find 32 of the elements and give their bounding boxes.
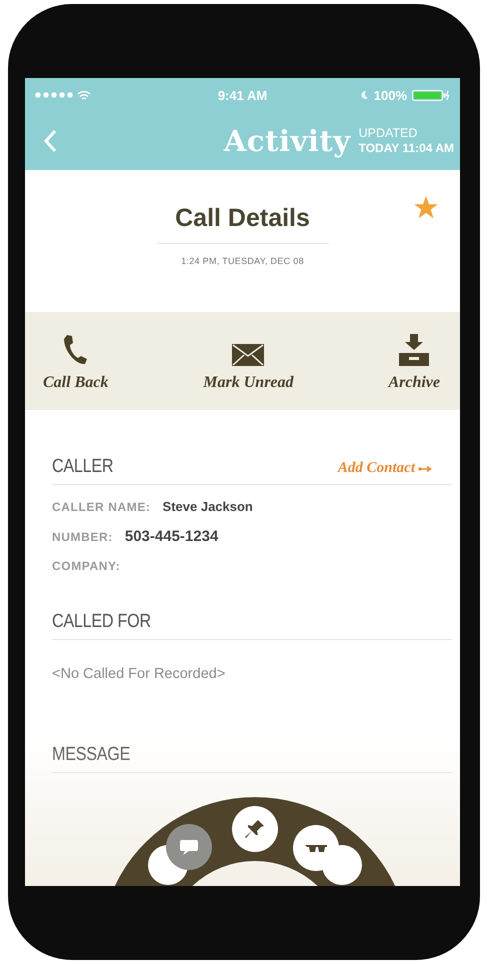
- section-heading: CALLED FOR: [52, 611, 151, 633]
- battery-icon: [412, 90, 450, 100]
- field-label: COMPANY:: [52, 559, 120, 573]
- field-label: NUMBER:: [52, 530, 113, 544]
- phone-icon: [62, 334, 89, 366]
- menu-circle-button[interactable]: [322, 845, 362, 885]
- screen-title: Activity: [222, 124, 351, 158]
- back-chevron-icon: [43, 129, 57, 153]
- action-button[interactable]: Call Back: [35, 312, 116, 410]
- call-datetime: 1:24 PM, TUESDAY, DEC 08: [181, 256, 304, 266]
- envelope-icon: [232, 344, 264, 366]
- page-heading: Call Details: [156, 204, 328, 244]
- archive-tray-icon: [399, 334, 430, 366]
- pin-icon[interactable]: [232, 806, 278, 852]
- empty-placeholder-text: <No Called For Recorded>: [52, 666, 226, 682]
- wifi-icon: [77, 90, 91, 100]
- arrow-icon: [418, 466, 432, 472]
- field-value: Steve Jackson: [162, 499, 253, 514]
- moon-icon: [360, 90, 369, 100]
- updated-label: UPDATED: [358, 126, 418, 141]
- field-value: 503-445-1234: [124, 528, 218, 545]
- chat-icon[interactable]: [166, 824, 212, 870]
- status-time: 9:41 AM: [218, 88, 268, 102]
- signal-dots-icon: [35, 92, 73, 98]
- section-heading: CALLER: [52, 456, 114, 478]
- favorite-star-icon[interactable]: [414, 196, 438, 219]
- battery-percent: 100%: [374, 88, 407, 102]
- field-label: CALLER NAME:: [52, 500, 151, 514]
- section-heading: MESSAGE: [52, 744, 130, 766]
- action-button[interactable]: Archive: [380, 312, 448, 410]
- updated-time: TODAY 11:04 AM: [358, 141, 454, 156]
- action-button[interactable]: Mark Unread: [195, 312, 302, 410]
